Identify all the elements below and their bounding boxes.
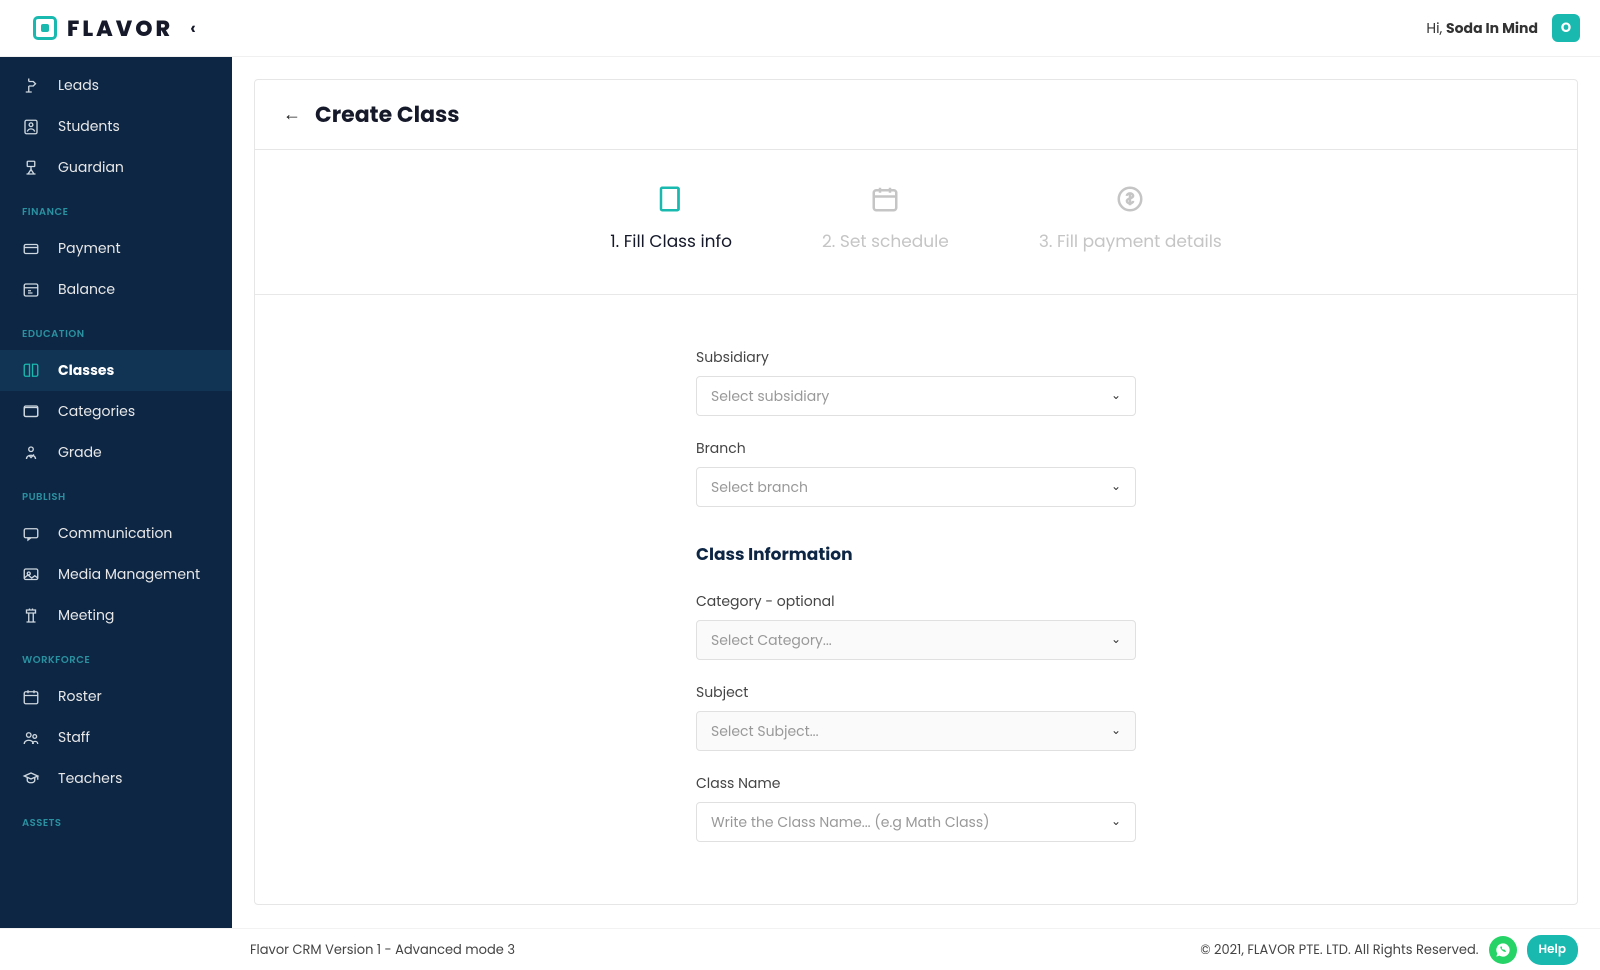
- section-class-info: Class Information: [696, 541, 1136, 567]
- create-class-card: ← Create Class 1. Fill Class info 2. Set …: [254, 79, 1578, 905]
- sidebar-item-guardian[interactable]: Guardian: [0, 147, 232, 188]
- student-icon: [22, 118, 40, 136]
- sidebar: Leads Students Guardian FINANCE Payment Balan…: [0, 57, 232, 928]
- field-classname: Class Name Write the Class Name... (e.g …: [696, 773, 1136, 842]
- field-branch: Branch Select branch ⌄: [696, 438, 1136, 507]
- label-category: Category - optional: [696, 591, 1136, 612]
- sidebar-item-label: Categories: [58, 401, 135, 422]
- step-calendar[interactable]: 2. Set schedule: [822, 184, 949, 254]
- info-icon: [656, 184, 686, 214]
- sidebar-item-teachers[interactable]: Teachers: [0, 758, 232, 799]
- sidebar-item-meeting[interactable]: Meeting: [0, 595, 232, 636]
- select-branch[interactable]: Select branch ⌄: [696, 467, 1136, 507]
- guardian-icon: [22, 159, 40, 177]
- sidebar-item-label: Classes: [58, 360, 114, 381]
- chevron-down-icon: ⌄: [1111, 813, 1121, 831]
- back-button[interactable]: ←: [283, 101, 301, 128]
- field-subsidiary: Subsidiary Select subsidiary ⌄: [696, 347, 1136, 416]
- sidebar-item-payment[interactable]: Payment: [0, 228, 232, 269]
- sidebar-section-finance: FINANCE: [0, 188, 232, 228]
- card-icon: [22, 240, 40, 258]
- sidebar-item-label: Students: [58, 116, 120, 137]
- footer-version: Flavor CRM Version 1 - Advanced mode 3: [250, 940, 515, 960]
- header-left: FLAVOR ‹‹: [33, 12, 191, 45]
- balance-icon: [22, 281, 40, 299]
- label-subject: Subject: [696, 682, 1136, 703]
- step-info[interactable]: 1. Fill Class info: [610, 184, 732, 254]
- dollar-icon: [1115, 184, 1145, 214]
- chevron-down-icon: ⌄: [1111, 387, 1121, 405]
- staff-icon: [22, 729, 40, 747]
- form-area: Subsidiary Select subsidiary ⌄ Branch Se…: [696, 295, 1136, 904]
- sidebar-item-label: Meeting: [58, 605, 114, 626]
- footer-copyright: © 2021, FLAVOR PTE. LTD. All Rights Rese…: [1200, 940, 1478, 960]
- calendar-icon: [870, 184, 900, 214]
- stepper: 1. Fill Class info 2. Set schedule 3. Fill…: [255, 150, 1577, 295]
- label-subsidiary: Subsidiary: [696, 347, 1136, 368]
- main-content: ← Create Class 1. Fill Class info 2. Set …: [232, 57, 1600, 928]
- chevron-down-icon: ⌄: [1111, 478, 1121, 496]
- sidebar-item-balance[interactable]: Balance: [0, 269, 232, 310]
- sidebar-item-label: Media Management: [58, 564, 200, 585]
- avatar[interactable]: O: [1552, 14, 1580, 42]
- step-dollar[interactable]: 3. Fill payment details: [1039, 184, 1222, 254]
- field-category: Category - optional Select Category... ⌄: [696, 591, 1136, 660]
- step-label: 1. Fill Class info: [610, 228, 732, 254]
- lead-icon: [22, 77, 40, 95]
- label-classname: Class Name: [696, 773, 1136, 794]
- sidebar-item-roster[interactable]: Roster: [0, 676, 232, 717]
- greeting: Hi, Soda In Mind: [1426, 18, 1538, 39]
- help-button[interactable]: Help: [1527, 935, 1578, 965]
- sidebar-item-media-management[interactable]: Media Management: [0, 554, 232, 595]
- page-title: Create Class: [315, 98, 460, 131]
- meet-icon: [22, 607, 40, 625]
- step-label: 2. Set schedule: [822, 228, 949, 254]
- step-label: 3. Fill payment details: [1039, 228, 1222, 254]
- comm-icon: [22, 525, 40, 543]
- label-branch: Branch: [696, 438, 1136, 459]
- cat-icon: [22, 403, 40, 421]
- card-header: ← Create Class: [255, 80, 1577, 150]
- header-right: Hi, Soda In Mind O: [1426, 14, 1580, 42]
- sidebar-item-label: Balance: [58, 279, 115, 300]
- sidebar-item-label: Roster: [58, 686, 102, 707]
- select-subsidiary[interactable]: Select subsidiary ⌄: [696, 376, 1136, 416]
- cal-icon: [22, 688, 40, 706]
- book-icon: [22, 362, 40, 380]
- sidebar-item-communication[interactable]: Communication: [0, 513, 232, 554]
- sidebar-item-label: Guardian: [58, 157, 124, 178]
- sidebar-item-label: Leads: [58, 75, 99, 96]
- header: FLAVOR ‹‹ Hi, Soda In Mind O: [0, 0, 1600, 57]
- sidebar-section-education: EDUCATION: [0, 310, 232, 350]
- chevron-down-icon: ⌄: [1111, 722, 1121, 740]
- logo[interactable]: FLAVOR: [33, 12, 173, 45]
- sidebar-item-label: Staff: [58, 727, 90, 748]
- logo-mark-icon: [33, 16, 57, 40]
- sidebar-item-categories[interactable]: Categories: [0, 391, 232, 432]
- sidebar-item-grade[interactable]: Grade: [0, 432, 232, 473]
- sidebar-item-students[interactable]: Students: [0, 106, 232, 147]
- teacher-icon: [22, 770, 40, 788]
- sidebar-item-staff[interactable]: Staff: [0, 717, 232, 758]
- sidebar-item-label: Payment: [58, 238, 121, 259]
- field-subject: Subject Select Subject... ⌄: [696, 682, 1136, 751]
- sidebar-item-label: Grade: [58, 442, 102, 463]
- chevron-down-icon: ⌄: [1111, 631, 1121, 649]
- sidebar-section-workforce: WORKFORCE: [0, 636, 232, 676]
- whatsapp-button[interactable]: [1489, 936, 1517, 964]
- footer: Flavor CRM Version 1 - Advanced mode 3 ©…: [0, 928, 1600, 970]
- sidebar-item-classes[interactable]: Classes: [0, 350, 232, 391]
- select-subject[interactable]: Select Subject... ⌄: [696, 711, 1136, 751]
- media-icon: [22, 566, 40, 584]
- sidebar-section-publish: PUBLISH: [0, 473, 232, 513]
- grade-icon: [22, 444, 40, 462]
- sidebar-item-leads[interactable]: Leads: [0, 65, 232, 106]
- input-classname[interactable]: Write the Class Name... (e.g Math Class)…: [696, 802, 1136, 842]
- sidebar-section-assets: ASSETS: [0, 799, 232, 839]
- select-category[interactable]: Select Category... ⌄: [696, 620, 1136, 660]
- sidebar-item-label: Teachers: [58, 768, 122, 789]
- sidebar-item-label: Communication: [58, 523, 172, 544]
- logo-text: FLAVOR: [67, 12, 173, 45]
